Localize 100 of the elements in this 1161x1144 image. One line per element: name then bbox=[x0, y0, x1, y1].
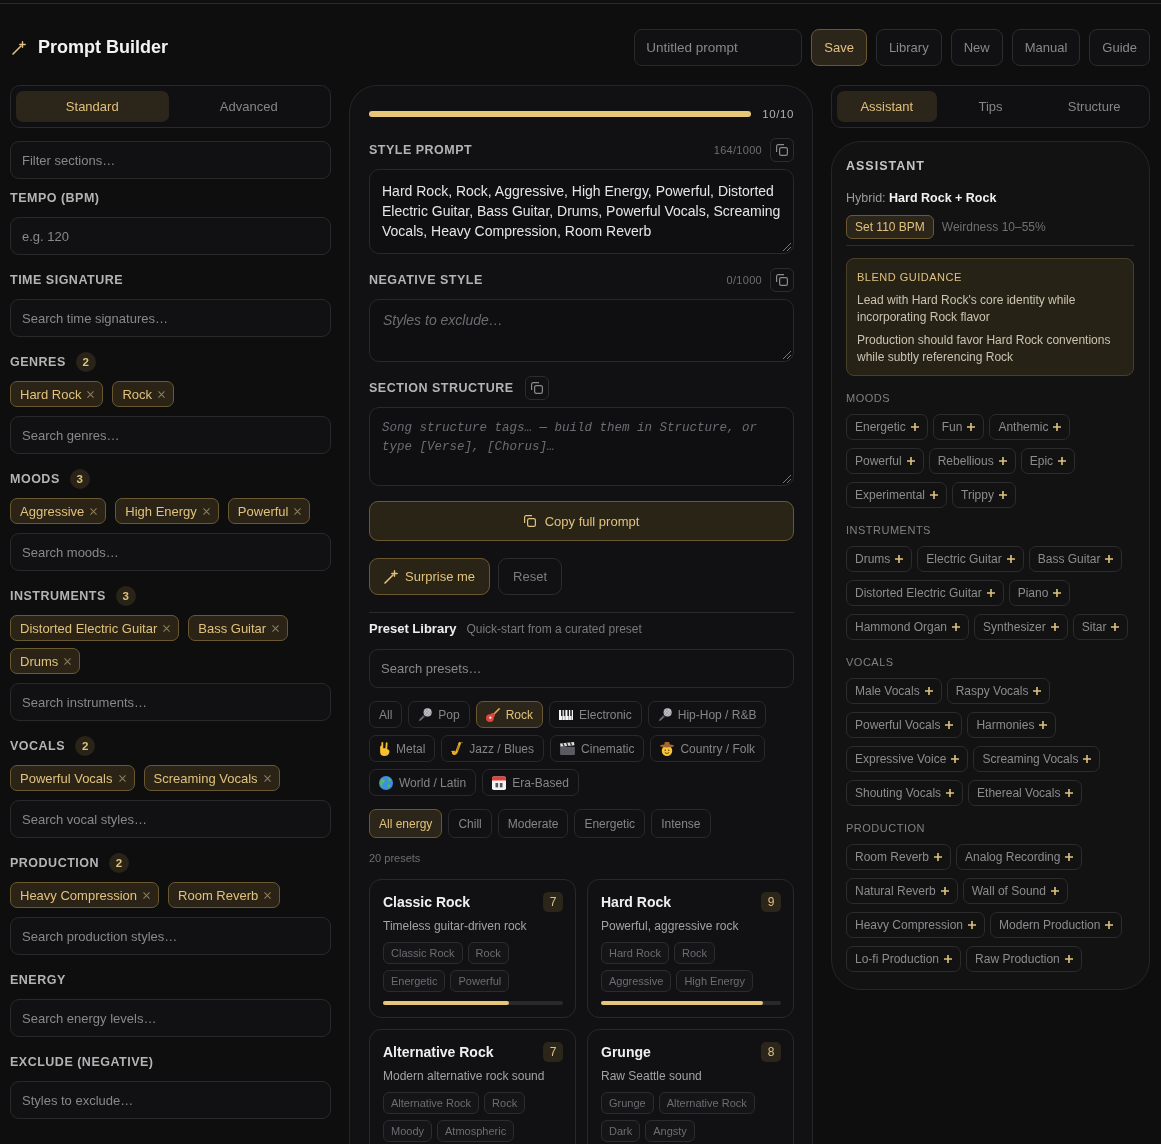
suggestion-chip[interactable]: Piano bbox=[1008, 580, 1071, 606]
suggestion-chip[interactable]: Powerful bbox=[846, 448, 924, 474]
suggestion-chip[interactable]: Fun bbox=[932, 414, 985, 440]
tag-chip[interactable]: Powerful Vocals bbox=[10, 765, 135, 791]
search-field[interactable]: Search energy levels… bbox=[10, 999, 331, 1037]
tag-chip[interactable]: Heavy Compression bbox=[10, 882, 160, 908]
suggestion-chip[interactable]: Analog Recording bbox=[956, 844, 1083, 870]
copy-button[interactable] bbox=[770, 268, 794, 292]
category-chip[interactable]: Electronic bbox=[549, 701, 642, 728]
tag-chip[interactable]: Room Reverb bbox=[168, 882, 281, 908]
category-chip[interactable]: Era-Based bbox=[482, 769, 579, 796]
tag-chip[interactable]: Bass Guitar bbox=[188, 615, 289, 641]
suggestion-chip[interactable]: Shouting Vocals bbox=[846, 780, 964, 806]
search-field[interactable]: Search vocal styles… bbox=[10, 800, 331, 838]
toolbar-button[interactable]: Library bbox=[875, 29, 942, 66]
tag-chip[interactable]: Powerful bbox=[227, 498, 311, 524]
close-icon[interactable] bbox=[118, 774, 126, 782]
toolbar-button[interactable]: New bbox=[950, 29, 1003, 66]
close-icon[interactable] bbox=[264, 891, 272, 899]
close-icon[interactable] bbox=[143, 891, 151, 899]
search-field[interactable]: Search instruments… bbox=[10, 683, 331, 721]
suggestion-chip[interactable]: Room Reverb bbox=[846, 844, 952, 870]
close-icon[interactable] bbox=[64, 657, 72, 665]
bpm-button[interactable]: Set 110 BPM bbox=[846, 215, 934, 239]
suggestion-chip[interactable]: Anthemic bbox=[989, 414, 1071, 440]
suggestion-chip[interactable]: Synthesizer bbox=[974, 614, 1068, 640]
tag-chip[interactable]: Rock bbox=[112, 381, 175, 407]
category-chip[interactable]: Pop bbox=[408, 701, 470, 728]
search-field[interactable]: Search genres… bbox=[10, 416, 331, 454]
close-icon[interactable] bbox=[294, 507, 302, 515]
copy-prompt-button[interactable]: Copy full prompt bbox=[369, 501, 794, 541]
toolbar-button[interactable]: Guide bbox=[1089, 29, 1150, 66]
suggestion-chip[interactable]: Natural Reverb bbox=[846, 878, 958, 904]
suggestion-chip[interactable]: Powerful Vocals bbox=[846, 712, 963, 738]
close-icon[interactable] bbox=[87, 390, 95, 398]
structure-field[interactable]: Song structure tags… — build them in Structure, or type [Verse], [Chorus]… bbox=[369, 407, 794, 486]
category-chip[interactable]: World / Latin bbox=[369, 769, 477, 796]
assistant-tab[interactable]: Tips bbox=[940, 91, 1041, 122]
action-button[interactable]: Surprise me bbox=[369, 558, 491, 595]
toolbar-button[interactable]: Save bbox=[811, 29, 867, 66]
energy-chip[interactable]: Chill bbox=[448, 809, 492, 838]
energy-chip[interactable]: Intense bbox=[651, 809, 711, 838]
suggestion-chip[interactable]: Distorted Electric Guitar bbox=[846, 580, 1004, 606]
category-chip[interactable]: Jazz / Blues bbox=[441, 735, 545, 762]
close-icon[interactable] bbox=[202, 507, 210, 515]
suggestion-chip[interactable]: Trippy bbox=[952, 482, 1016, 508]
category-chip[interactable]: Metal bbox=[369, 735, 436, 762]
action-button[interactable]: Reset bbox=[498, 558, 563, 595]
preset-card[interactable]: Alternative Rock 7 Modern alternative rock sound Alternative Rock Rock Moody Atmospheric bbox=[369, 1029, 576, 1144]
suggestion-chip[interactable]: Hammond Organ bbox=[846, 614, 970, 640]
suggestion-chip[interactable]: Harmonies bbox=[967, 712, 1057, 738]
preset-card[interactable]: Grunge 8 Raw Seattle sound Grunge Alternative Rock Dark Angsty bbox=[587, 1029, 794, 1144]
suggestion-chip[interactable]: Lo-fi Production bbox=[846, 946, 962, 972]
preset-search-field[interactable]: Search presets… bbox=[369, 649, 794, 688]
suggestion-chip[interactable]: Heavy Compression bbox=[846, 912, 986, 938]
suggestion-chip[interactable]: Screaming Vocals bbox=[973, 746, 1101, 772]
category-chip[interactable]: Country / Folk bbox=[650, 735, 766, 762]
suggestion-chip[interactable]: Rebellious bbox=[928, 448, 1016, 474]
suggestion-chip[interactable]: Bass Guitar bbox=[1028, 546, 1123, 572]
category-chip[interactable]: Cinematic bbox=[550, 735, 645, 762]
category-chip[interactable]: Rock bbox=[475, 701, 544, 728]
search-field[interactable]: Search moods… bbox=[10, 533, 331, 571]
toolbar-button[interactable]: Manual bbox=[1011, 29, 1081, 66]
energy-chip[interactable]: Energetic bbox=[574, 809, 646, 838]
preset-card[interactable]: Hard Rock 9 Powerful, aggressive rock Hard Rock Rock Aggressive High Energy bbox=[587, 879, 794, 1018]
search-field[interactable]: Search production styles… bbox=[10, 917, 331, 955]
close-icon[interactable] bbox=[272, 624, 280, 632]
tag-chip[interactable]: Hard Rock bbox=[10, 381, 104, 407]
tag-chip[interactable]: Screaming Vocals bbox=[143, 765, 280, 791]
suggestion-chip[interactable]: Male Vocals bbox=[846, 678, 942, 704]
resize-grip-icon[interactable] bbox=[783, 475, 791, 483]
tag-chip[interactable]: Drums bbox=[10, 648, 81, 674]
copy-button[interactable] bbox=[524, 376, 549, 400]
suggestion-chip[interactable]: Sitar bbox=[1072, 614, 1129, 640]
tag-chip[interactable]: Aggressive bbox=[10, 498, 107, 524]
suggestion-chip[interactable]: Experimental bbox=[846, 482, 948, 508]
close-icon[interactable] bbox=[90, 507, 98, 515]
filter-field[interactable]: Filter sections… bbox=[10, 141, 331, 179]
category-chip[interactable]: All bbox=[369, 701, 403, 728]
close-icon[interactable] bbox=[163, 624, 171, 632]
assistant-tab[interactable]: Assistant bbox=[837, 91, 937, 122]
negative-style-field[interactable]: Styles to exclude… bbox=[369, 299, 794, 362]
assistant-tab[interactable]: Structure bbox=[1044, 91, 1144, 122]
close-icon[interactable] bbox=[158, 390, 166, 398]
suggestion-chip[interactable]: Drums bbox=[846, 546, 913, 572]
prompt-field[interactable]: Hard Rock, Rock, Aggressive, High Energy, Powerful, Distorted Electric Guitar, Bass Guitar, Drums, Powerful Vocals, Screaming Vocals, Heavy Compression, Room Reverb bbox=[369, 169, 794, 254]
mode-tab[interactable]: Standard bbox=[16, 91, 169, 122]
category-chip[interactable]: Hip-Hop / R&B bbox=[647, 701, 767, 728]
suggestion-chip[interactable]: Electric Guitar bbox=[917, 546, 1024, 572]
energy-chip[interactable]: All energy bbox=[369, 809, 443, 838]
suggestion-chip[interactable]: Raw Production bbox=[966, 946, 1082, 972]
suggestion-chip[interactable]: Wall of Sound bbox=[962, 878, 1068, 904]
energy-chip[interactable]: Moderate bbox=[497, 809, 569, 838]
suggestion-chip[interactable]: Ethereal Vocals bbox=[968, 780, 1083, 806]
mode-tab[interactable]: Advanced bbox=[172, 91, 325, 122]
search-field[interactable]: Search time signatures… bbox=[10, 299, 331, 337]
prompt-name-field[interactable]: Untitled prompt bbox=[634, 29, 803, 66]
resize-grip-icon[interactable] bbox=[783, 351, 791, 359]
suggestion-chip[interactable]: Modern Production bbox=[990, 912, 1123, 938]
suggestion-chip[interactable]: Expressive Voice bbox=[846, 746, 969, 772]
